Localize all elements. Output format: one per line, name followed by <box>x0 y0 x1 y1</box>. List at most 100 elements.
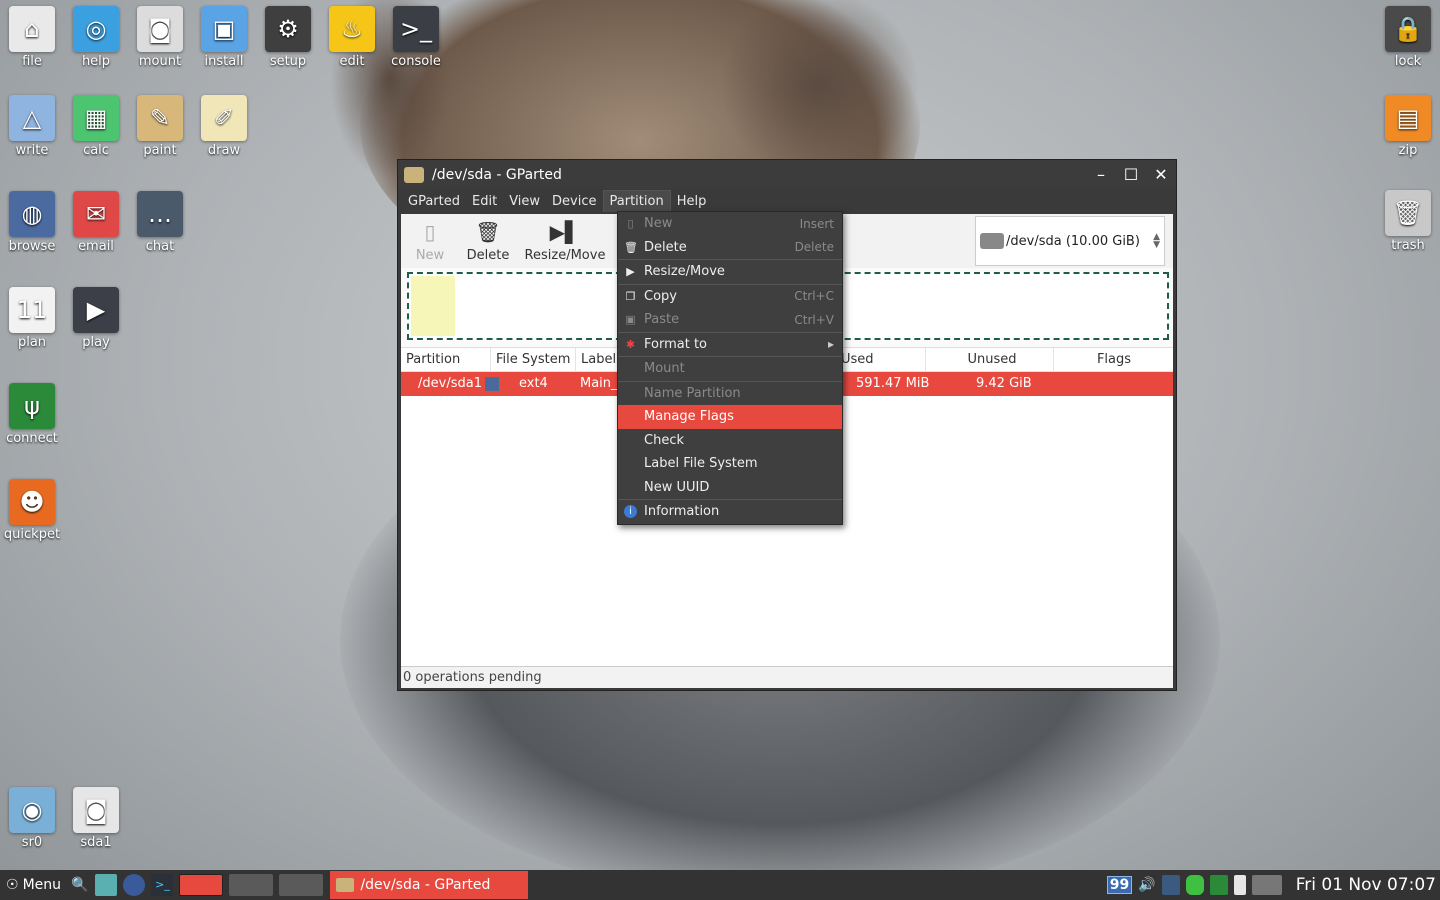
workspace-3[interactable] <box>279 874 324 896</box>
desktop-icon-label: install <box>204 54 244 69</box>
desktop-icon-play[interactable]: ▶ play <box>64 287 128 350</box>
shield-icon[interactable] <box>1209 875 1228 895</box>
trash-icon: 🗑 <box>475 220 501 244</box>
desktop-icon-label: console <box>391 54 441 69</box>
menubar: GParted Edit View Device Partition Help <box>398 189 1176 213</box>
globe-icon: ◍ <box>9 191 55 237</box>
menu-item-paste[interactable]: ▣ Paste Ctrl+V <box>618 308 842 332</box>
menu-item-label: Name Partition <box>644 385 741 401</box>
menu-item-copy[interactable]: ❐ Copy Ctrl+C <box>618 285 842 309</box>
network-icon[interactable] <box>1161 875 1180 895</box>
desktop-icon-paint[interactable]: ✎ paint <box>128 95 192 158</box>
clipboard-icon[interactable] <box>1233 875 1246 895</box>
chat-icon: … <box>137 191 183 237</box>
delete-button-label: Delete <box>466 248 510 263</box>
desktop-icon-trash[interactable]: 🗑 trash <box>1376 190 1440 253</box>
cell-partition: /dev/sda1 <box>418 376 482 391</box>
menu-help[interactable]: Help <box>671 191 713 212</box>
desktop-icon-sda1[interactable]: ◙ sda1 <box>64 787 128 850</box>
menu-item-resize-move[interactable]: ▶ Resize/Move <box>618 260 842 284</box>
resize-move-button[interactable]: ▶▌ Resize/Move <box>517 214 613 268</box>
new-button[interactable]: ▯ New <box>401 214 459 268</box>
desktop-icon-label: sda1 <box>80 835 112 850</box>
desktop-icon-email[interactable]: ✉ email <box>64 191 128 254</box>
tray-blank[interactable] <box>1251 875 1282 895</box>
menu-item-check[interactable]: Check <box>618 429 842 453</box>
menu-item-label-file-system[interactable]: Label File System <box>618 452 842 476</box>
window-titlebar[interactable]: /dev/sda - GParted – ☐ ✕ <box>398 160 1176 189</box>
col-unused[interactable]: Unused <box>926 347 1054 372</box>
desktop-icon-lock[interactable]: 🔒 lock <box>1376 6 1440 69</box>
desktop-icon-install[interactable]: ▣ install <box>192 6 256 69</box>
device-selector[interactable]: /dev/sda (10.00 GiB) ▲ ▼ <box>975 216 1165 266</box>
battery-icon[interactable] <box>1185 875 1204 895</box>
menu-item-name-partition[interactable]: Name Partition <box>618 382 842 406</box>
menu-item-manage-flags[interactable]: Manage Flags <box>618 405 842 429</box>
taskbar: ☉ Menu 🔍 >_ /dev/sda - GParted 99 🔊 Fri … <box>0 870 1440 900</box>
desktop-icon-connect[interactable]: ψ connect <box>0 383 64 446</box>
desktop-icon-file[interactable]: ⌂ file <box>0 6 64 69</box>
lifebuoy-icon: ◎ <box>73 6 119 52</box>
browser-launcher-icon[interactable] <box>123 874 146 896</box>
partition-menu: ▯ New Insert 🗑 Delete Delete ▶ Resize/Mo… <box>617 211 843 525</box>
drive-icon: ◙ <box>137 6 183 52</box>
task-gparted[interactable]: /dev/sda - GParted <box>330 871 529 899</box>
menu-item-new-uuid[interactable]: New UUID <box>618 476 842 500</box>
menu-item-information[interactable]: i Information <box>618 500 842 524</box>
desktop-icon-plan[interactable]: 11 plan <box>0 287 64 350</box>
desktop-icon-zip[interactable]: ▤ zip <box>1376 95 1440 158</box>
start-menu-button[interactable]: ☉ Menu <box>0 877 67 893</box>
desktop-icon-calc[interactable]: ▦ calc <box>64 95 128 158</box>
menu-item-label: Format to <box>644 336 707 352</box>
close-icon[interactable]: ✕ <box>1146 165 1176 184</box>
menu-item-label: New <box>644 216 673 232</box>
menu-edit[interactable]: Edit <box>466 191 503 212</box>
desktop-icon-sr0[interactable]: ◉ sr0 <box>0 787 64 850</box>
desktop-icon-label: calc <box>83 143 109 158</box>
col-partition[interactable]: Partition <box>401 347 491 372</box>
terminal-launcher-icon[interactable]: >_ <box>151 874 174 896</box>
paste-icon: ▣ <box>625 313 636 326</box>
desktop-icon-quickpet[interactable]: ☻ quickpet <box>0 479 64 542</box>
maximize-icon[interactable]: ☐ <box>1116 165 1146 184</box>
menu-partition[interactable]: Partition <box>602 190 671 212</box>
volume-icon[interactable]: 🔊 <box>1138 877 1155 893</box>
desktop-icon-draw[interactable]: ✐ draw <box>192 95 256 158</box>
task-label: /dev/sda - GParted <box>360 877 491 893</box>
delete-button[interactable]: 🗑 Delete <box>459 214 517 268</box>
cdrom-icon: ◉ <box>9 787 55 833</box>
menu-item-mount[interactable]: Mount <box>618 357 842 381</box>
desktop-icon-setup[interactable]: ⚙ setup <box>256 6 320 69</box>
spinner-arrows-icon[interactable]: ▲ ▼ <box>1153 233 1160 250</box>
desktop-icon-mount[interactable]: ◙ mount <box>128 6 192 69</box>
menu-item-label: Mount <box>644 361 685 377</box>
clock[interactable]: Fri 01 Nov 07:07 <box>1288 875 1436 895</box>
search-icon[interactable]: 🔍 <box>71 877 88 893</box>
desktop-icon-help[interactable]: ◎ help <box>64 6 128 69</box>
show-desktop-icon[interactable] <box>95 874 118 896</box>
menu-view[interactable]: View <box>503 191 546 212</box>
col-filesystem[interactable]: File System <box>491 347 576 372</box>
tray-badge[interactable]: 99 <box>1106 876 1133 894</box>
menu-device[interactable]: Device <box>546 191 602 212</box>
menu-item-format-to[interactable]: ✱ Format to ▸ <box>618 333 842 357</box>
menu-gparted[interactable]: GParted <box>402 191 466 212</box>
desktop-icon-write[interactable]: △ write <box>0 95 64 158</box>
desktop-icon-label: chat <box>145 239 175 254</box>
desktop-icon-chat[interactable]: … chat <box>128 191 192 254</box>
minimize-icon[interactable]: – <box>1086 165 1116 184</box>
play-icon: ▶ <box>73 287 119 333</box>
workspace-1[interactable] <box>179 874 224 896</box>
desktop-icon-browse[interactable]: ◍ browse <box>0 191 64 254</box>
menu-item-delete[interactable]: 🗑 Delete Delete <box>618 236 842 260</box>
desktop-icon-edit[interactable]: ♨ edit <box>320 6 384 69</box>
window-title: /dev/sda - GParted <box>432 166 562 183</box>
menu-item-new[interactable]: ▯ New Insert <box>618 212 842 236</box>
envelope-icon: ✉ <box>73 191 119 237</box>
col-flags[interactable]: Flags <box>1054 348 1169 372</box>
col-used[interactable]: Used <box>836 347 926 372</box>
menu-item-label: Paste <box>644 312 680 328</box>
desktop-icon-label: paint <box>143 143 177 158</box>
desktop-icon-console[interactable]: >_ console <box>384 6 448 69</box>
workspace-2[interactable] <box>229 874 274 896</box>
